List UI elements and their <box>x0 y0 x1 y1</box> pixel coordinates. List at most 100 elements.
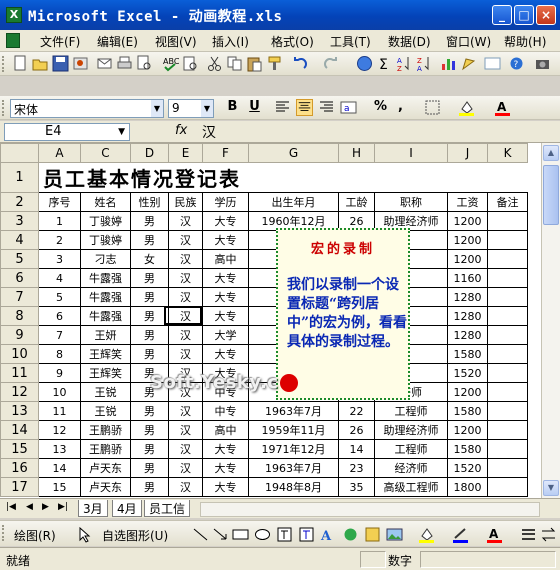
table-cell[interactable]: 1280 <box>447 325 488 345</box>
row-header[interactable]: 11 <box>0 363 39 383</box>
arrow-icon[interactable] <box>212 526 229 543</box>
permission-icon[interactable] <box>72 55 89 72</box>
table-cell[interactable] <box>487 420 528 440</box>
table-cell[interactable]: 大专 <box>202 211 249 231</box>
table-cell[interactable]: 1948年8月 <box>248 477 339 497</box>
picture-icon[interactable] <box>386 526 403 543</box>
table-cell[interactable]: 男 <box>130 287 169 307</box>
diagram-icon[interactable] <box>342 526 359 543</box>
menu-insert[interactable]: 插入(I) <box>212 33 249 50</box>
copy-icon[interactable] <box>226 55 243 72</box>
new-icon[interactable] <box>12 55 29 72</box>
line-style-icon[interactable] <box>520 526 537 543</box>
autosum-icon[interactable]: Σ <box>376 55 393 72</box>
zoom-icon[interactable] <box>484 55 501 72</box>
row-header[interactable]: 15 <box>0 439 39 459</box>
row-header[interactable]: 6 <box>0 268 39 288</box>
table-cell[interactable]: 1160 <box>447 268 488 288</box>
print-preview-icon[interactable] <box>136 55 153 72</box>
table-cell[interactable]: 23 <box>338 458 375 478</box>
header-cell[interactable]: 职称 <box>374 192 448 212</box>
row-header[interactable]: 1 <box>0 162 39 193</box>
menu-edit[interactable]: 编辑(E) <box>97 33 138 50</box>
table-cell[interactable]: 牛露强 <box>80 287 131 307</box>
table-cell[interactable] <box>487 344 528 364</box>
table-cell[interactable]: 汉 <box>168 268 203 288</box>
align-center-icon[interactable] <box>296 99 313 116</box>
toolbar-grip[interactable] <box>2 56 6 72</box>
table-cell[interactable]: 男 <box>130 420 169 440</box>
column-header[interactable]: K <box>487 143 528 163</box>
table-cell[interactable]: 4 <box>38 268 81 288</box>
table-cell[interactable]: 13 <box>38 439 81 459</box>
last-sheet-icon[interactable]: ▶| <box>58 502 68 512</box>
workbook-icon[interactable] <box>6 33 20 48</box>
column-header[interactable]: F <box>202 143 249 163</box>
table-cell[interactable]: 14 <box>38 458 81 478</box>
table-cell[interactable] <box>487 230 528 250</box>
line-icon[interactable] <box>192 526 209 543</box>
autoshapes-menu-button[interactable]: 自选图形(U) <box>102 527 168 544</box>
table-cell[interactable]: 5 <box>38 287 81 307</box>
table-cell[interactable]: 大专 <box>202 230 249 250</box>
table-cell[interactable]: 1580 <box>447 439 488 459</box>
draw-menu-button[interactable]: 绘图(R) <box>14 527 56 544</box>
row-header[interactable]: 2 <box>0 192 39 212</box>
research-icon[interactable] <box>182 55 199 72</box>
column-header[interactable]: I <box>374 143 448 163</box>
table-cell[interactable] <box>487 363 528 383</box>
menu-help[interactable]: 帮助(H) <box>504 33 546 50</box>
column-header[interactable]: A <box>38 143 81 163</box>
table-cell[interactable]: 丁骏婷 <box>80 211 131 231</box>
table-cell[interactable]: 汉 <box>168 439 203 459</box>
font-color-icon[interactable]: A <box>486 526 503 543</box>
table-cell[interactable]: 14 <box>338 439 375 459</box>
row-header[interactable]: 10 <box>0 344 39 364</box>
table-cell[interactable]: 1520 <box>447 458 488 478</box>
table-cell[interactable]: 工程师 <box>374 401 448 421</box>
menu-tools[interactable]: 工具(T) <box>330 33 371 50</box>
table-cell[interactable]: 经济师 <box>374 458 448 478</box>
scroll-thumb[interactable] <box>543 165 559 225</box>
table-cell[interactable]: 大专 <box>202 306 249 326</box>
menu-window[interactable]: 窗口(W) <box>446 33 491 50</box>
table-cell[interactable]: 王锐 <box>80 401 131 421</box>
table-cell[interactable] <box>487 287 528 307</box>
table-cell[interactable]: 7 <box>38 325 81 345</box>
borders-icon[interactable] <box>424 99 441 116</box>
maximize-button[interactable]: □ <box>514 5 534 25</box>
table-cell[interactable]: 1520 <box>447 363 488 383</box>
merge-center-icon[interactable]: a <box>340 99 357 116</box>
sort-descending-icon[interactable]: ZA <box>416 55 433 72</box>
menu-format[interactable]: 格式(O) <box>271 33 314 50</box>
table-cell[interactable]: 12 <box>38 420 81 440</box>
prev-sheet-icon[interactable]: ◀ <box>26 502 33 512</box>
mail-icon[interactable] <box>96 55 113 72</box>
table-cell[interactable]: 中专 <box>202 401 249 421</box>
table-cell[interactable]: 刁志 <box>80 249 131 269</box>
chevron-down-icon[interactable]: ▼ <box>151 100 163 117</box>
table-cell[interactable]: 大专 <box>202 287 249 307</box>
menu-view[interactable]: 视图(V) <box>155 33 197 50</box>
table-cell[interactable]: 10 <box>38 382 81 402</box>
formula-input[interactable]: 汉 <box>202 122 216 142</box>
table-cell[interactable]: 8 <box>38 344 81 364</box>
table-cell[interactable]: 1280 <box>447 306 488 326</box>
table-cell[interactable] <box>487 325 528 345</box>
scroll-up-icon[interactable]: ▲ <box>543 145 559 161</box>
row-header[interactable]: 3 <box>0 211 39 231</box>
table-cell[interactable]: 男 <box>130 477 169 497</box>
header-cell[interactable]: 出生年月 <box>248 192 339 212</box>
header-cell[interactable]: 序号 <box>38 192 81 212</box>
table-cell[interactable]: 男 <box>130 344 169 364</box>
sort-ascending-icon[interactable]: AZ <box>396 55 413 72</box>
horizontal-scrollbar[interactable] <box>200 502 540 517</box>
table-cell[interactable]: 女 <box>130 249 169 269</box>
table-cell[interactable]: 王妍 <box>80 325 131 345</box>
column-header[interactable]: H <box>338 143 375 163</box>
next-sheet-icon[interactable]: ▶ <box>42 502 49 512</box>
tab-april[interactable]: 4月 <box>112 500 142 517</box>
table-cell[interactable]: 大专 <box>202 439 249 459</box>
column-header[interactable]: C <box>80 143 131 163</box>
row-header[interactable]: 4 <box>0 230 39 250</box>
